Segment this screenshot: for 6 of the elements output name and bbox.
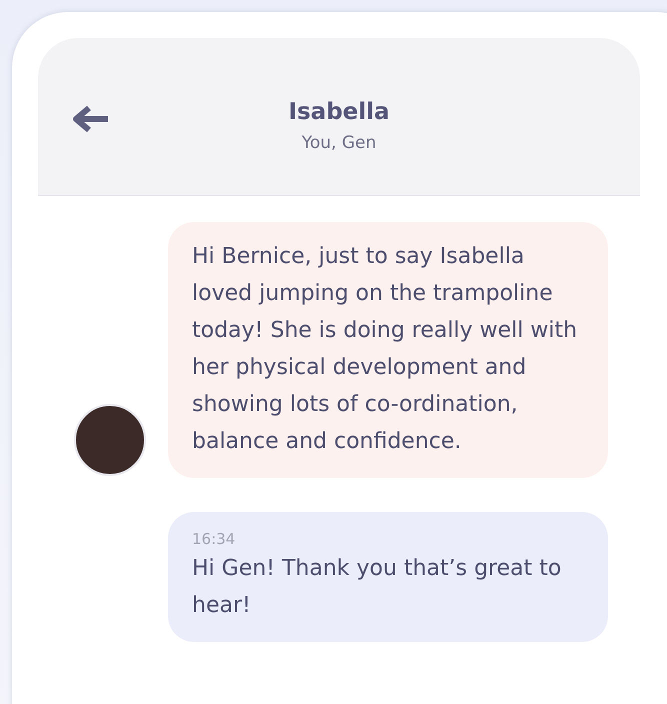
chat-participants: You, Gen (302, 132, 376, 152)
message-text: Hi Gen! Thank you that’s great to hear! (192, 555, 562, 620)
message-text: Hi Bernice, just to say Isabella loved jumping on the trampoline today! She is doing really well with her physical development and showing lots of co-ordination, balance and confidence. (192, 243, 578, 456)
chat-title: Isabella (288, 98, 390, 124)
message-time: 16:34 (192, 529, 236, 550)
back-arrow-icon[interactable] (72, 104, 110, 132)
